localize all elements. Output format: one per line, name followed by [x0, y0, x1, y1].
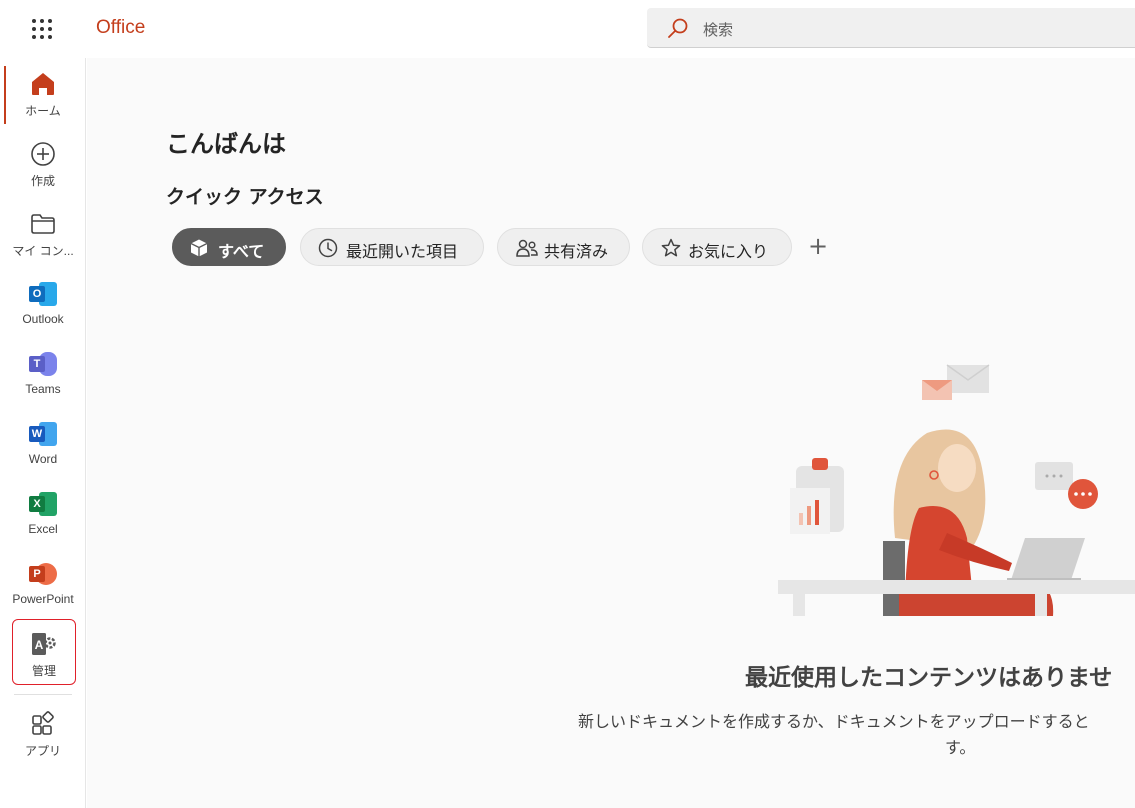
empty-state-description: 新しいドキュメントを作成するか、ドキュメントをアップロードすると: [578, 712, 1090, 731]
filter-label: 共有済み: [544, 242, 609, 261]
rail-item-create[interactable]: 作成: [0, 130, 86, 196]
plus-circle-icon: [31, 142, 55, 166]
people-icon: [516, 239, 538, 257]
rail-divider: [14, 694, 72, 695]
folder-icon: [31, 214, 55, 234]
excel-icon: X: [29, 490, 57, 518]
teams-icon: T: [29, 350, 57, 378]
filter-favorites-button[interactable]: お気に入り: [642, 228, 792, 266]
outlook-icon: O: [29, 280, 57, 308]
left-app-rail: ホーム 作成 マイ コン... O Outlook T Teams W Word…: [0, 58, 86, 808]
clock-icon: [318, 238, 338, 258]
filter-label: すべて: [218, 242, 265, 261]
svg-text:A: A: [35, 638, 44, 652]
home-icon: [32, 73, 54, 95]
top-bar: Office 検索: [0, 0, 1135, 58]
office-brand-link[interactable]: Office: [96, 17, 145, 39]
filter-all-button[interactable]: すべて: [172, 228, 286, 266]
rail-item-label: マイ コン...: [12, 244, 74, 258]
rail-item-word[interactable]: W Word: [0, 410, 86, 476]
rail-item-teams[interactable]: T Teams: [0, 340, 86, 406]
rail-item-label: Outlook: [22, 312, 64, 326]
empty-state-description-continued: す。: [945, 738, 976, 757]
add-quick-access-button[interactable]: +: [808, 234, 828, 258]
quick-access-heading: クイック アクセス: [166, 186, 324, 208]
rail-item-label: ホーム: [25, 104, 61, 118]
rail-item-label: 管理: [31, 664, 56, 678]
rail-item-admin[interactable]: A 管理: [12, 619, 76, 685]
filter-label: 最近開いた項目: [346, 242, 459, 261]
rail-item-powerpoint[interactable]: P PowerPoint: [0, 550, 86, 616]
rail-item-apps[interactable]: アプリ: [0, 700, 86, 766]
rail-item-label: アプリ: [24, 744, 61, 758]
rail-item-label: 作成: [30, 174, 55, 188]
rail-item-label: Excel: [28, 522, 58, 536]
word-icon: W: [29, 420, 57, 448]
main-content: こんばんは クイック アクセス すべて 最近開いた項目 共有済み お気に入り +: [87, 58, 1135, 808]
rail-item-label: Teams: [25, 382, 61, 396]
star-icon: [661, 238, 681, 257]
empty-state-title: 最近使用したコンテンツはありませ: [745, 665, 1113, 691]
filter-recent-button[interactable]: 最近開いた項目: [300, 228, 484, 266]
greeting-heading: こんばんは: [166, 130, 286, 158]
rail-item-outlook[interactable]: O Outlook: [0, 270, 86, 336]
powerpoint-icon: P: [29, 560, 57, 588]
rail-item-home[interactable]: ホーム: [0, 60, 86, 126]
empty-state-illustration: [778, 364, 1135, 616]
rail-item-label: PowerPoint: [12, 592, 74, 606]
search-placeholder: 検索: [703, 21, 734, 39]
filter-shared-button[interactable]: 共有済み: [497, 228, 630, 266]
admin-icon: A: [32, 633, 56, 655]
filter-label: お気に入り: [688, 242, 769, 261]
rail-item-my-content[interactable]: マイ コン...: [0, 200, 86, 266]
apps-icon: [32, 711, 54, 735]
rail-item-excel[interactable]: X Excel: [0, 480, 86, 546]
search-icon: [668, 18, 688, 38]
app-launcher-icon[interactable]: [28, 15, 56, 43]
search-box[interactable]: 検索: [647, 8, 1135, 48]
cube-icon: [190, 239, 208, 257]
rail-item-label: Word: [28, 452, 58, 466]
